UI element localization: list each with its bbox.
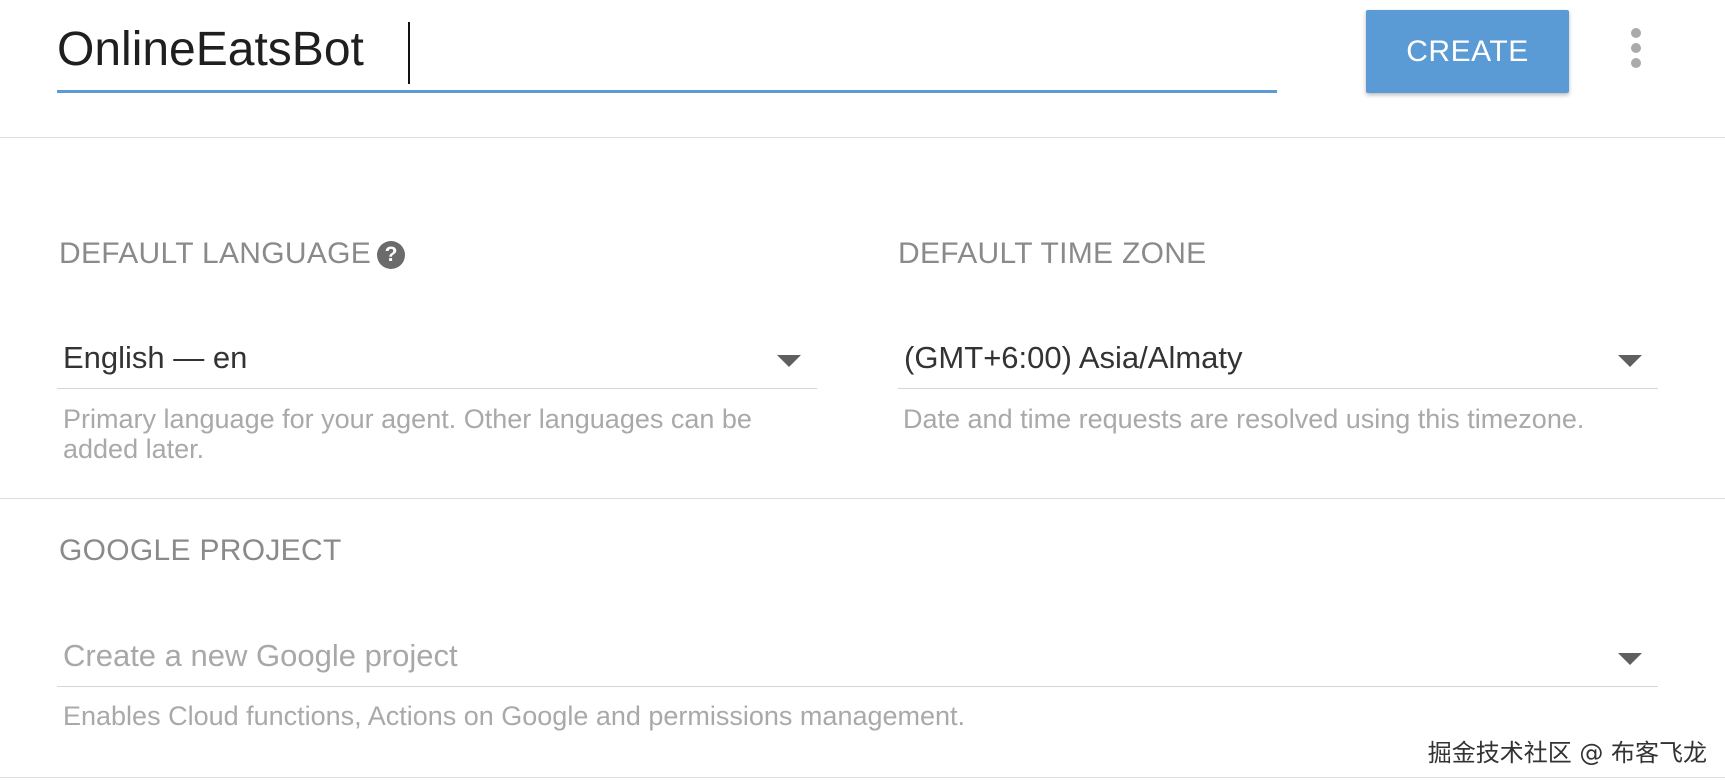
timezone-select-value: (GMT+6:00) Asia/Almaty — [904, 340, 1243, 375]
help-icon[interactable]: ? — [377, 241, 405, 269]
chevron-down-icon — [1618, 653, 1642, 665]
default-timezone-label: DEFAULT TIME ZONE — [898, 237, 1207, 270]
more-dot — [1631, 28, 1641, 38]
watermark: 掘金技术社区 @ 布客飞龙 — [1427, 739, 1707, 767]
chevron-down-icon — [777, 355, 801, 367]
language-hint: Primary language for your agent. Other l… — [63, 404, 752, 464]
more-vert-icon[interactable] — [1620, 18, 1652, 78]
timezone-select[interactable]: (GMT+6:00) Asia/Almaty — [898, 330, 1658, 389]
google-project-hint: Enables Cloud functions, Actions on Goog… — [63, 701, 966, 731]
create-button[interactable]: CREATE — [1366, 10, 1569, 93]
chevron-down-icon — [1618, 355, 1642, 367]
bottom-divider — [0, 777, 1725, 778]
language-select[interactable]: English — en — [57, 330, 817, 389]
agent-name-field[interactable] — [57, 8, 1277, 93]
text-caret — [408, 22, 410, 84]
timezone-hint: Date and time requests are resolved usin… — [903, 404, 1585, 434]
agent-name-input[interactable] — [57, 14, 1157, 84]
google-project-label: GOOGLE PROJECT — [59, 534, 342, 567]
google-project-select[interactable]: Create a new Google project — [57, 628, 1658, 687]
google-project-placeholder: Create a new Google project — [63, 638, 458, 673]
more-dot — [1631, 58, 1641, 68]
header-divider — [0, 137, 1725, 138]
language-select-value: English — en — [63, 340, 248, 375]
section-divider — [0, 498, 1725, 499]
default-language-label: DEFAULT LANGUAGE — [59, 237, 372, 270]
more-dot — [1631, 43, 1641, 53]
